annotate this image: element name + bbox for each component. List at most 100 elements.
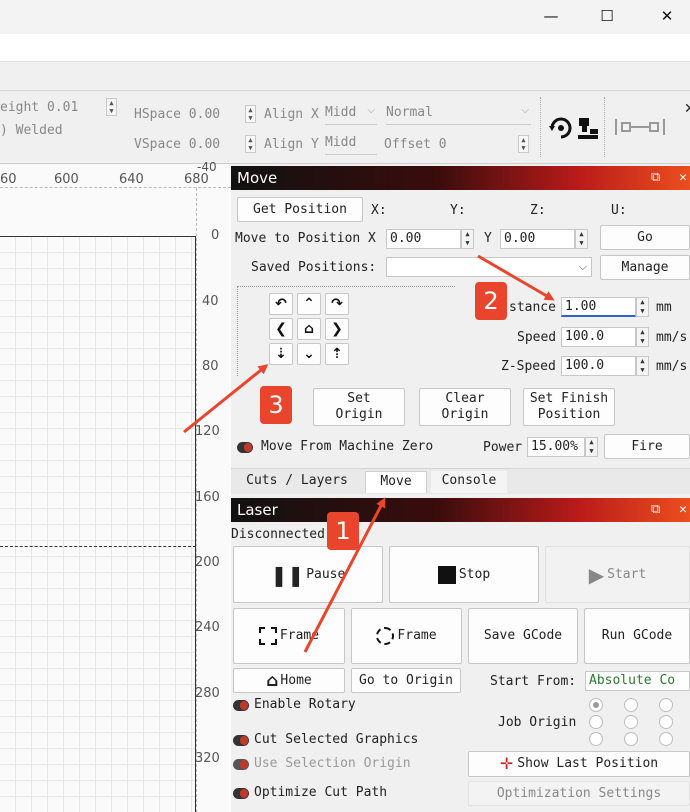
start-from-label: Start From: bbox=[490, 674, 577, 689]
use-selection-origin-toggle[interactable] bbox=[233, 759, 249, 770]
job-origin-label: Job Origin bbox=[498, 715, 577, 730]
z-up-icon[interactable]: ⇡ bbox=[325, 343, 349, 365]
distance-spinner[interactable]: ▲ ▼ bbox=[636, 297, 649, 317]
job-origin-radio-tr[interactable] bbox=[659, 698, 673, 712]
left-ruler: 0 40 80 120 160 200 240 280 320 bbox=[195, 188, 231, 812]
annotation-badge-3: 3 bbox=[260, 386, 292, 424]
rotate-icon[interactable] bbox=[548, 115, 574, 141]
chevron-down-icon: ⌵ bbox=[367, 105, 375, 116]
job-origin-radio-mr[interactable] bbox=[659, 715, 673, 729]
workspace-grid[interactable] bbox=[0, 236, 196, 812]
aligny-dropdown[interactable]: Midd bbox=[325, 135, 377, 155]
alignx-dropdown[interactable]: Midd ⌵ bbox=[325, 105, 377, 125]
stop-button[interactable]: Stop bbox=[389, 546, 539, 603]
offset-field[interactable]: Offset 0 bbox=[384, 137, 447, 152]
zspeed-label: Z-Speed bbox=[501, 359, 556, 374]
design-canvas[interactable]: 60 600 640 680 -40 0 40 80 120 160 200 2… bbox=[0, 160, 231, 812]
job-origin-radio-br[interactable] bbox=[659, 732, 673, 746]
connection-status: Disconnected bbox=[231, 527, 325, 542]
z-readout-label: Z: bbox=[530, 203, 546, 218]
minimize-button[interactable]: — bbox=[528, 0, 574, 32]
move-y-spinner[interactable]: ▲ ▼ bbox=[575, 229, 588, 249]
frame-circle-button[interactable]: Frame bbox=[351, 608, 462, 664]
move-x-input[interactable]: 0.00 bbox=[386, 229, 461, 249]
saved-positions-dropdown[interactable]: ⌵ bbox=[386, 257, 592, 277]
clear-origin-button[interactable]: Clear Origin bbox=[419, 388, 511, 426]
ruler-corner-tick: -40 bbox=[197, 160, 217, 174]
set-origin-button[interactable]: Set Origin bbox=[313, 388, 405, 426]
job-origin-radio-bl[interactable] bbox=[589, 732, 603, 746]
distance-input[interactable]: 1.00 bbox=[561, 297, 636, 317]
close-button[interactable]: ✕ bbox=[644, 0, 690, 32]
zspeed-input[interactable]: 100.0 bbox=[561, 356, 636, 376]
tab-move[interactable]: Move bbox=[365, 471, 427, 493]
power-input[interactable]: 15.00% bbox=[527, 437, 585, 457]
move-y-input[interactable]: 0.00 bbox=[500, 229, 575, 249]
rotate-ccw-icon[interactable]: ↶ bbox=[269, 293, 293, 315]
ruler-tick: 320 bbox=[195, 751, 220, 766]
start-from-dropdown[interactable]: Absolute Co bbox=[585, 671, 690, 691]
close-icon: ✕ bbox=[660, 7, 674, 25]
hspace-spinner[interactable]: ▲ ▼ bbox=[245, 105, 256, 123]
height-spinner[interactable]: ▲ ▼ bbox=[106, 98, 117, 116]
job-origin-radio-bc[interactable] bbox=[624, 732, 638, 746]
jog-up-button[interactable]: ⌃ bbox=[297, 293, 321, 315]
hspace-field[interactable]: HSpace 0.00 bbox=[134, 107, 220, 122]
optimize-cut-path-toggle[interactable] bbox=[233, 788, 249, 799]
job-origin-radio-mc[interactable] bbox=[624, 715, 638, 729]
vspace-field[interactable]: VSpace 0.00 bbox=[134, 137, 220, 152]
jog-home-icon[interactable]: ⌂ bbox=[297, 318, 321, 340]
start-button[interactable]: ▶ Start bbox=[545, 546, 690, 603]
vspace-spinner[interactable]: ▲ ▼ bbox=[245, 135, 256, 153]
tab-cuts-layers[interactable]: Cuts / Layers bbox=[235, 471, 359, 493]
jog-down-button[interactable]: ⌄ bbox=[297, 343, 321, 365]
restore-icon[interactable]: ⧉ bbox=[651, 498, 660, 522]
mode-dropdown[interactable]: Normal ⌵ bbox=[386, 105, 531, 125]
job-origin-radio-tl[interactable] bbox=[589, 698, 603, 712]
job-origin-radio-tc[interactable] bbox=[624, 698, 638, 712]
distance-label: stance bbox=[509, 300, 556, 315]
run-gcode-button[interactable]: Run GCode bbox=[584, 608, 690, 664]
speed-spinner[interactable]: ▲ ▼ bbox=[636, 327, 649, 347]
save-gcode-button[interactable]: Save GCode bbox=[468, 608, 578, 664]
home-button[interactable]: ⌂ Home bbox=[233, 668, 345, 693]
height-field[interactable]: eight 0.01 bbox=[0, 100, 78, 115]
move-from-zero-toggle[interactable] bbox=[237, 442, 253, 453]
optimization-settings-button[interactable]: Optimization Settings bbox=[468, 781, 690, 806]
rotate-cw-icon[interactable]: ↷ bbox=[325, 293, 349, 315]
maximize-button[interactable]: ☐ bbox=[584, 0, 630, 32]
restore-icon[interactable]: ⧉ bbox=[651, 166, 660, 190]
manage-button[interactable]: Manage bbox=[600, 255, 690, 280]
offset-spinner[interactable]: ▲ ▼ bbox=[518, 135, 529, 153]
speed-input[interactable]: 100.0 bbox=[561, 327, 636, 347]
toolbar-close-icon[interactable]: ✕ bbox=[684, 101, 690, 117]
cut-selected-toggle[interactable] bbox=[233, 735, 249, 746]
zspeed-spinner[interactable]: ▲ ▼ bbox=[636, 356, 649, 376]
pause-label: Pause bbox=[306, 566, 346, 582]
set-finish-position-button[interactable]: Set Finish Position bbox=[523, 388, 615, 426]
go-to-origin-button[interactable]: Go to Origin bbox=[351, 668, 461, 693]
show-last-position-button[interactable]: ✛ Show Last Position bbox=[468, 751, 690, 777]
move-panel-close-icon[interactable]: ✕ bbox=[673, 166, 690, 190]
laser-panel-close-icon[interactable]: ✕ bbox=[673, 498, 690, 522]
move-panel-title: Move ⧉ bbox=[231, 166, 690, 190]
tab-console[interactable]: Console bbox=[431, 471, 507, 493]
fire-button[interactable]: Fire bbox=[604, 434, 690, 459]
move-y-label: Y bbox=[484, 231, 492, 246]
aligny-value: Midd bbox=[325, 135, 357, 150]
distribute-icon[interactable] bbox=[614, 117, 666, 137]
laser-head-icon[interactable] bbox=[576, 115, 600, 141]
go-button[interactable]: Go bbox=[600, 225, 690, 250]
move-x-spinner[interactable]: ▲ ▼ bbox=[461, 229, 474, 249]
pause-button[interactable]: ❚❚ Pause bbox=[233, 546, 383, 603]
z-down-icon[interactable]: ⇣ bbox=[269, 343, 293, 365]
jog-right-button[interactable]: ❯ bbox=[325, 318, 349, 340]
menu-bar bbox=[0, 34, 690, 62]
jog-left-button[interactable]: ❮ bbox=[269, 318, 293, 340]
enable-rotary-toggle[interactable] bbox=[233, 700, 249, 711]
cut-selected-label: Cut Selected Graphics bbox=[254, 732, 419, 747]
frame-rect-button[interactable]: Frame bbox=[233, 608, 345, 664]
job-origin-radio-ml[interactable] bbox=[589, 715, 603, 729]
power-spinner[interactable]: ▲ ▼ bbox=[585, 437, 598, 457]
get-position-button[interactable]: Get Position bbox=[237, 197, 363, 222]
